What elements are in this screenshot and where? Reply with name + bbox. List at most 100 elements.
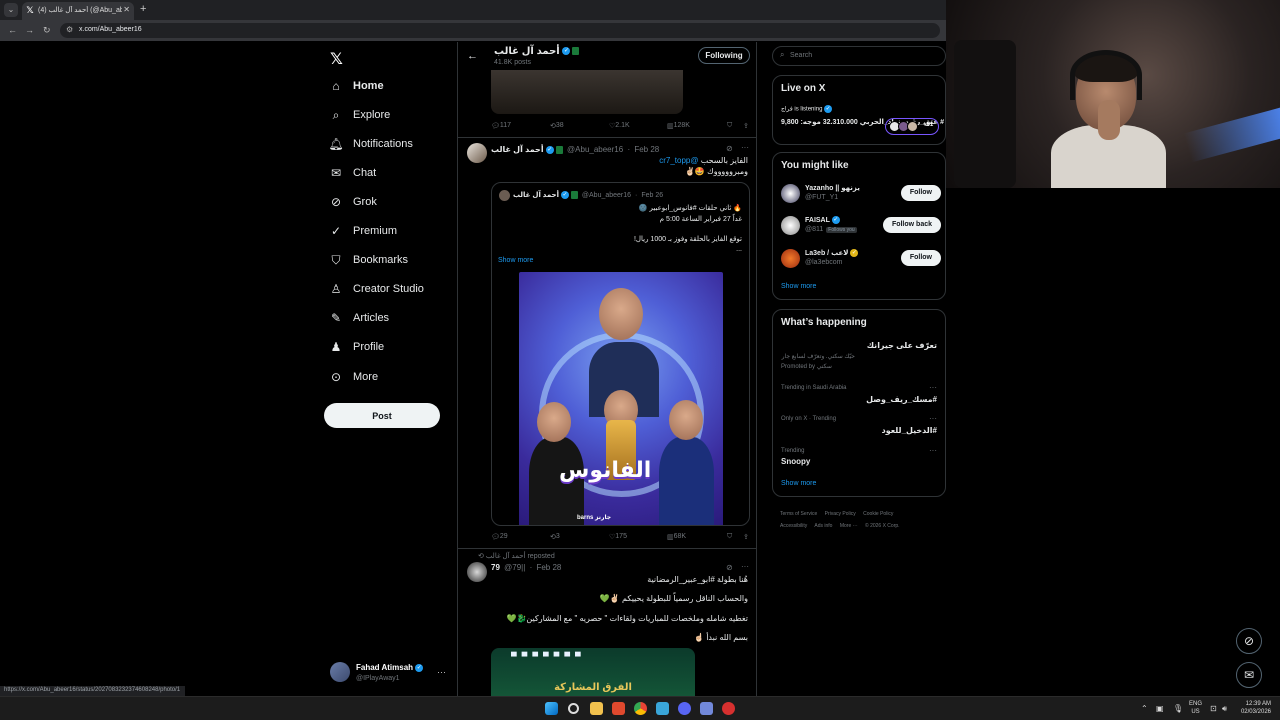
tray-overflow-icon[interactable]: ⌃	[1141, 704, 1148, 713]
search-input[interactable]: ⌕ Search	[772, 46, 946, 66]
follow-back-button[interactable]: Follow back	[882, 217, 941, 233]
nav-bookmarks[interactable]: ⛉ Bookmarks	[328, 250, 408, 270]
file-explorer-icon[interactable]	[590, 702, 603, 715]
nav-more[interactable]: ⊙ More	[328, 367, 378, 387]
nav-notifications[interactable]: 🔔︎ Notifications	[328, 134, 413, 154]
quote-poster-image[interactable]: الفانوس barns جارنز	[519, 272, 723, 525]
tray-app-icon[interactable]: ▣	[1156, 704, 1164, 713]
promoted-trend-title[interactable]: تعرّف على جيرانك	[867, 341, 937, 350]
microphone-icon[interactable]: 🎙︎	[1173, 704, 1183, 713]
tweet-date[interactable]: Feb 28	[536, 563, 561, 572]
account-avatar[interactable]	[330, 662, 350, 682]
grok-icon[interactable]: ⊘	[726, 144, 733, 153]
account-name-text: Fahad Atimsah	[356, 663, 414, 672]
account-name[interactable]: Fahad Atimsah ✓	[356, 663, 424, 672]
nav-premium[interactable]: ✓ Premium	[328, 221, 397, 241]
suggested-account[interactable]: Yazanho || يزنهو @FUT_Y1 Follow	[781, 182, 941, 206]
trend-title[interactable]: #مسك_ريف_وصل	[866, 395, 937, 404]
site-info-icon[interactable]: ⚙	[66, 25, 73, 34]
footer-link[interactable]: Privacy Policy	[825, 511, 856, 517]
clock[interactable]: 12:39 AM 02/03/2026	[1237, 700, 1271, 716]
follow-button[interactable]: Follow	[900, 250, 941, 266]
repost-button[interactable]: ⟲ 38	[550, 122, 564, 130]
footer-link[interactable]: Ads info	[814, 523, 832, 529]
grok-icon[interactable]: ⊘	[726, 563, 733, 572]
suggested-handle: @811 Follows you	[805, 226, 857, 233]
tweet-avatar[interactable]	[467, 562, 487, 582]
account-menu-icon[interactable]: ···	[437, 667, 446, 677]
suggested-account[interactable]: FAISAL ✓ @811 Follows you Follow back	[781, 214, 941, 238]
reply-button[interactable]: 💬︎ 117	[491, 122, 511, 130]
tweet-media-image[interactable]: ▀▀▀▀▀▀▀ الفرق المشاركة	[491, 648, 695, 702]
live-listeners[interactable]: +61	[885, 118, 939, 135]
tweet-mention-link[interactable]: @cr7_topp	[659, 156, 698, 165]
app-icon[interactable]	[700, 702, 713, 715]
chrome-icon[interactable]	[634, 702, 647, 715]
repost-indicator[interactable]: ⟲ أحمد آل غالب reposted	[478, 552, 555, 560]
views-button[interactable]: ▥ 128K	[667, 122, 690, 130]
more-icon[interactable]: ···	[741, 143, 749, 152]
x-logo-icon[interactable]: 𝕏	[330, 49, 343, 69]
tab-search-button[interactable]: ⌄	[4, 3, 18, 17]
webcam-led-light	[1183, 107, 1280, 163]
notepad-icon[interactable]	[656, 702, 669, 715]
post-button[interactable]: Post	[324, 403, 440, 428]
nav-creator-studio[interactable]: ♙ Creator Studio	[328, 279, 424, 299]
app-icon[interactable]	[722, 702, 735, 715]
repost-button[interactable]: ⟲ 3	[550, 533, 560, 541]
footer-link[interactable]: More ···	[840, 523, 858, 529]
following-button[interactable]: Following	[698, 47, 750, 64]
quoted-tweet[interactable]: أحمد آل غالب ✓ @Abu_abeer16 · Feb 26 🔥 ث…	[491, 182, 750, 526]
nav-explore[interactable]: ⌕ Explore	[328, 105, 391, 125]
nav-grok[interactable]: ⊘ Grok	[328, 192, 377, 212]
trend-more-icon[interactable]: ···	[929, 383, 937, 392]
back-arrow-icon[interactable]: ←	[467, 50, 478, 62]
address-bar[interactable]: ⚙ x.com/Abu_abeer16	[60, 23, 940, 38]
nav-chat[interactable]: ✉ Chat	[328, 163, 376, 183]
show-more-link[interactable]: Show more	[781, 480, 816, 487]
nav-articles[interactable]: ✎ Articles	[328, 308, 389, 328]
language-indicator[interactable]: ENG US	[1189, 700, 1202, 716]
close-tab-icon[interactable]: ✕	[123, 5, 130, 14]
tweet-author[interactable]: 79 @79|| · Feb 28	[491, 563, 561, 572]
trend-title[interactable]: Snoopy	[781, 457, 810, 466]
bookmark-icon[interactable]: ⛉	[727, 533, 732, 541]
grok-float-icon[interactable]: ⊘	[1236, 628, 1262, 654]
like-button[interactable]: ♡ 2.1K	[609, 122, 630, 130]
reload-icon[interactable]: ↻	[43, 25, 51, 36]
tweet-media-image[interactable]	[491, 70, 683, 114]
messages-float-icon[interactable]: ✉	[1236, 662, 1262, 688]
share-icon[interactable]: ⇪	[743, 533, 749, 541]
start-icon[interactable]	[545, 702, 558, 715]
suggested-account[interactable]: La3eb / لاعب ✓ @la3ebcom Follow	[781, 247, 941, 271]
discord-icon[interactable]	[678, 702, 691, 715]
footer-link[interactable]: Accessibility	[780, 523, 807, 529]
tweet-avatar[interactable]	[467, 143, 487, 163]
show-more-link[interactable]: Show more	[781, 283, 816, 290]
search-icon[interactable]	[568, 703, 579, 714]
nav-profile[interactable]: ♟ Profile	[328, 337, 385, 357]
follow-button[interactable]: Follow	[900, 185, 941, 201]
trend-more-icon[interactable]: ···	[929, 414, 937, 423]
volume-icon[interactable]: 🔊︎	[1222, 704, 1227, 714]
tweet-date[interactable]: Feb 28	[634, 145, 659, 154]
nav-home[interactable]: ⌂ Home	[328, 76, 383, 96]
brave-icon[interactable]	[612, 702, 625, 715]
trend-more-icon[interactable]: ···	[929, 446, 937, 455]
back-arrow-icon[interactable]: ←	[8, 25, 17, 35]
browser-tab[interactable]: 𝕏 (4) أحمد آل غالب (@Abu_abeer16 ✕	[22, 2, 134, 20]
show-more-link[interactable]: Show more	[498, 257, 533, 264]
network-icon[interactable]: ⊡	[1210, 704, 1217, 713]
footer-link[interactable]: Cookie Policy	[863, 511, 893, 517]
trend-title[interactable]: #الدخيل_للعود	[882, 426, 937, 435]
views-button[interactable]: ▥ 68K	[667, 533, 686, 541]
footer-link[interactable]: Terms of Service	[780, 511, 817, 517]
reply-button[interactable]: 💬︎ 29	[491, 533, 508, 541]
tweet-author[interactable]: أحمد آل غالب ✓ @Abu_abeer16 · Feb 28	[491, 145, 659, 154]
more-icon[interactable]: ···	[741, 562, 749, 571]
forward-arrow-icon[interactable]: →	[25, 25, 34, 35]
bookmark-icon[interactable]: ⛉	[727, 122, 732, 130]
new-tab-icon[interactable]: +	[140, 3, 146, 15]
share-icon[interactable]: ⇪	[743, 122, 749, 130]
like-button[interactable]: ♡ 175	[609, 533, 627, 541]
